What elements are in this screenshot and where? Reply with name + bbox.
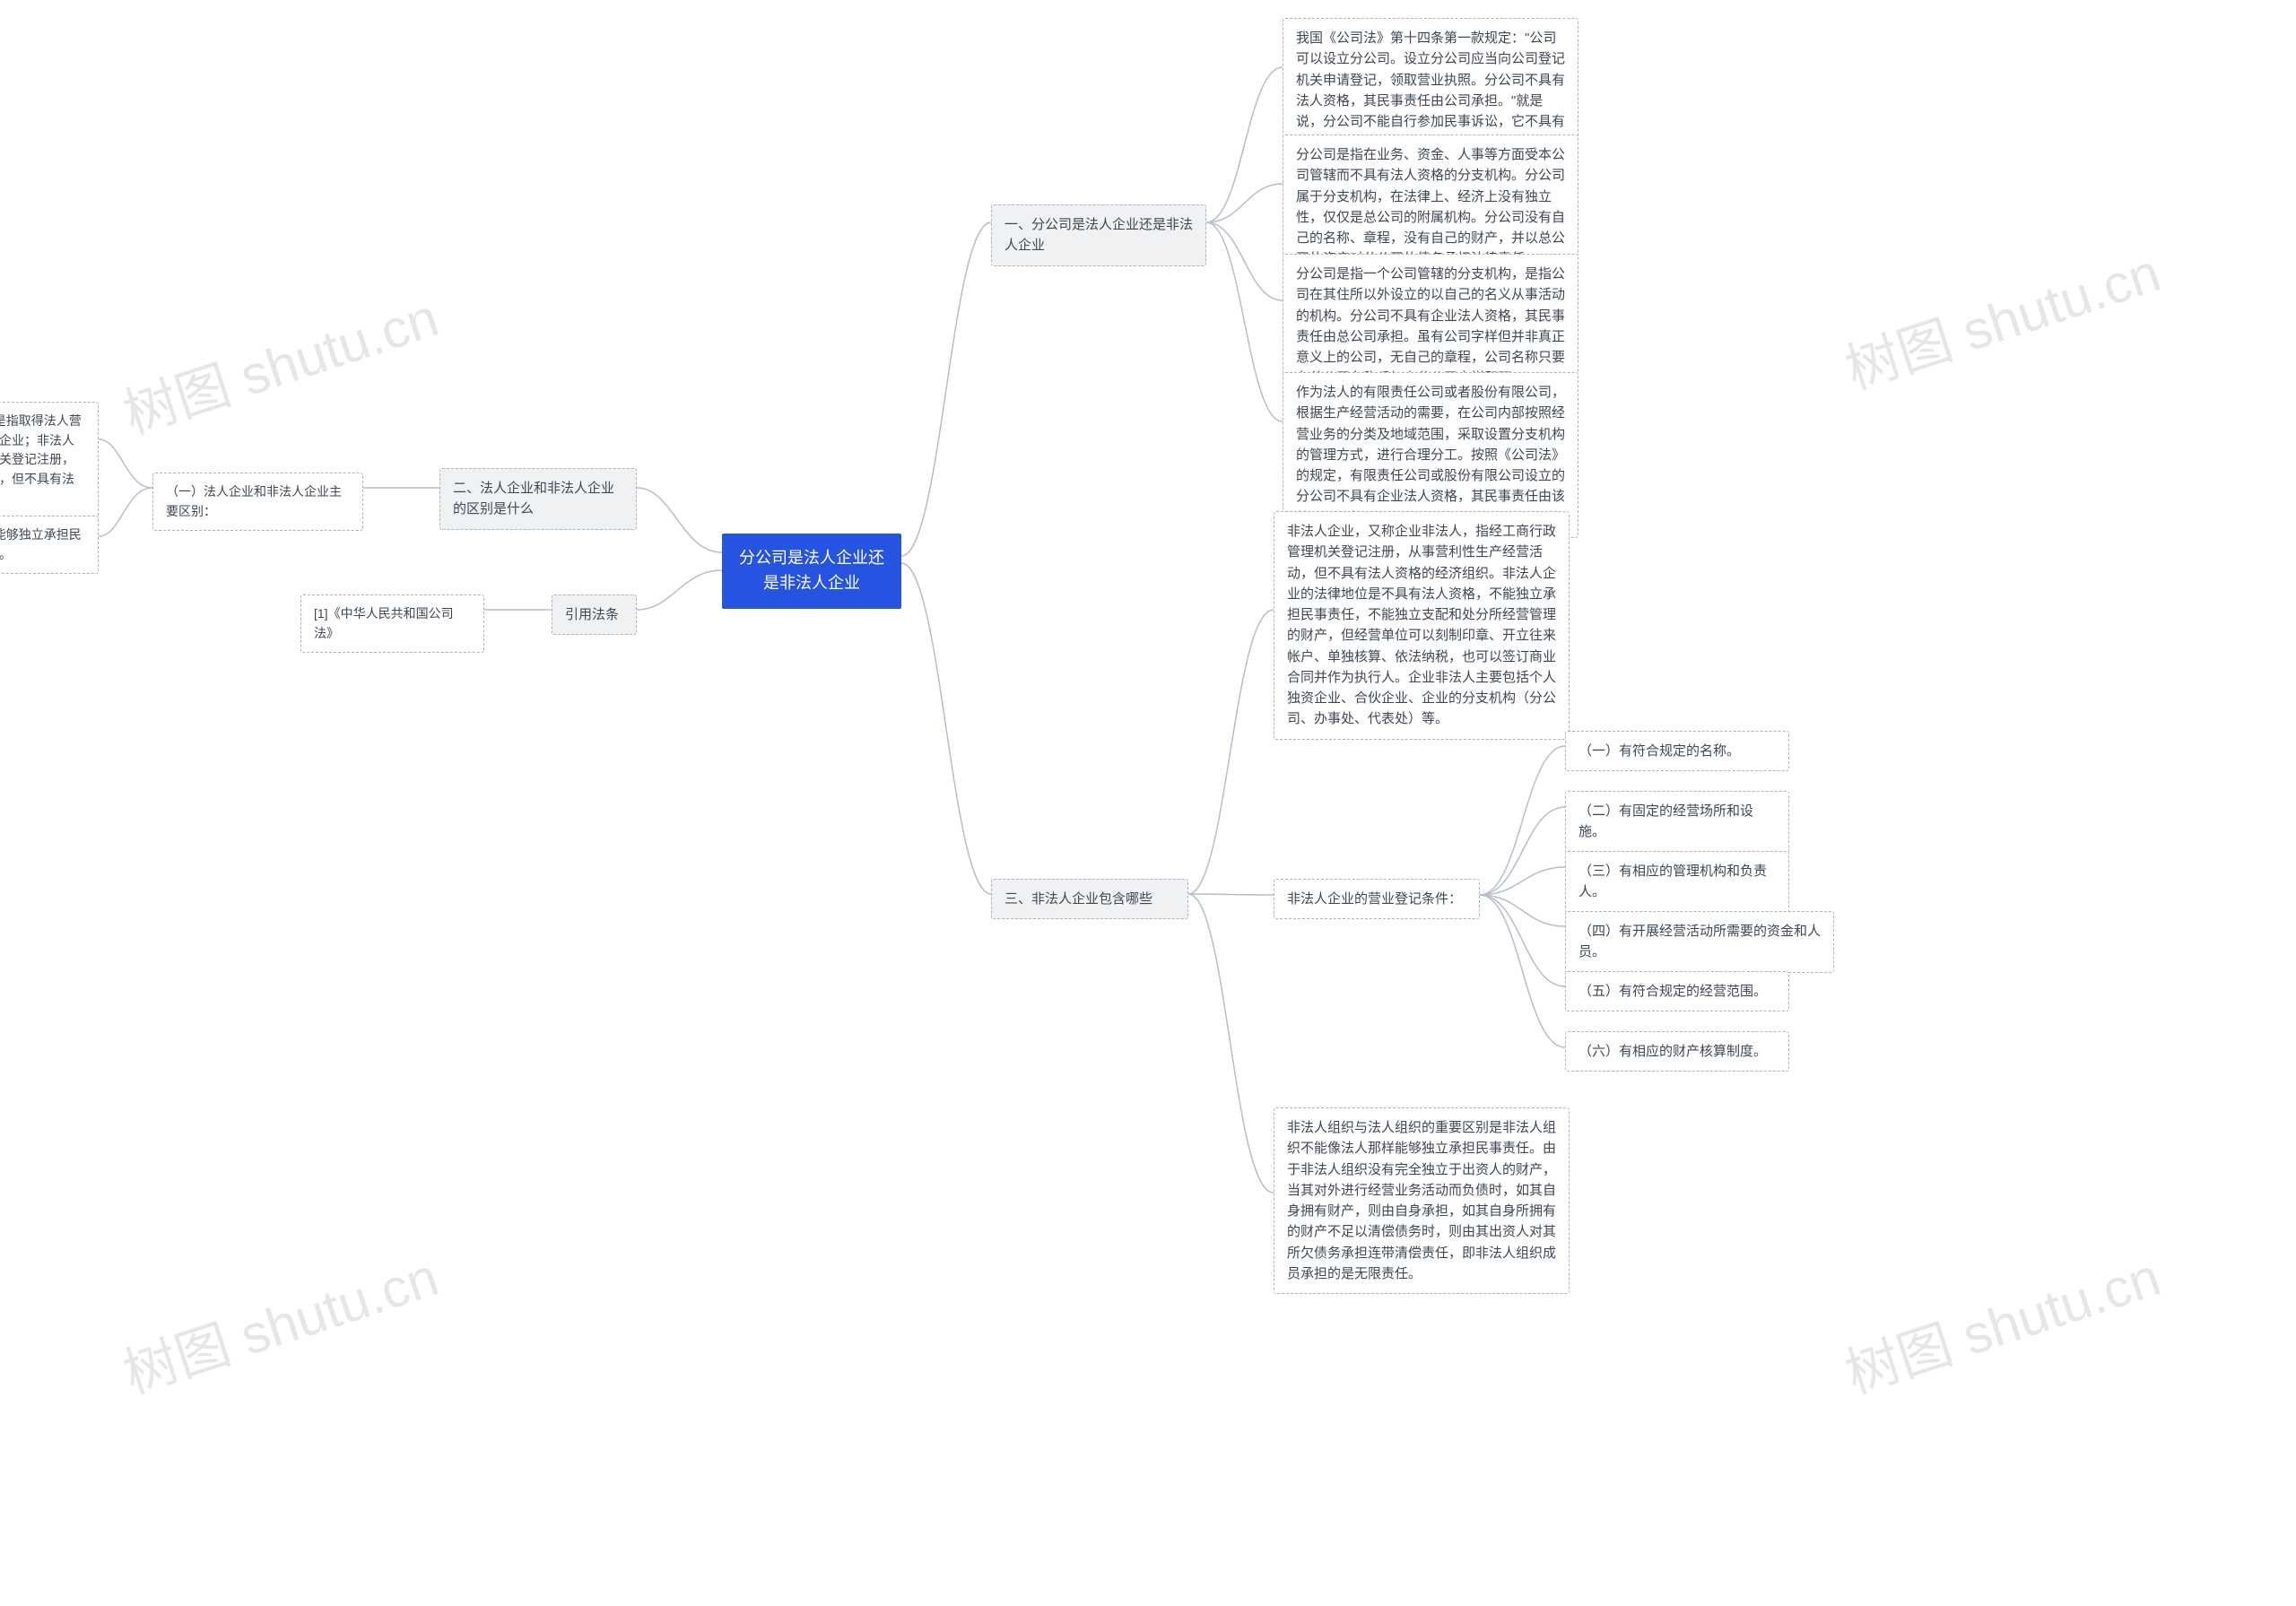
b3-sub-item-1[interactable]: （一）有符合规定的名称。 — [1565, 731, 1789, 771]
watermark: 树图 shutu.cn — [1834, 230, 2169, 404]
watermark: 树图 shutu.cn — [112, 1234, 447, 1409]
b2-leaf-1[interactable]: 1、概念区别。法人企业是指取得法人营业执照、具有法人地位的企业；非法人企业指经工… — [0, 402, 99, 518]
b3-sub-item-3[interactable]: （三）有相应的管理机构和负责人。 — [1565, 851, 1789, 913]
b2-leaf-2[interactable]: 2、责任区别。法人企业能够独立承担民事责任，非法人企业不能。 — [0, 516, 99, 574]
branch-3[interactable]: 三、非法人企业包含哪些 — [991, 879, 1188, 919]
b3-sub-item-4[interactable]: （四）有开展经营活动所需要的资金和人员。 — [1565, 911, 1834, 973]
b3-sub-item-5[interactable]: （五）有符合规定的经营范围。 — [1565, 971, 1789, 1011]
watermark: 树图 shutu.cn — [112, 274, 447, 449]
b2-sub[interactable]: （一）法人企业和非法人企业主要区别： — [152, 473, 363, 531]
b3-sub-item-2[interactable]: （二）有固定的经营场所和设施。 — [1565, 791, 1789, 853]
watermark: 树图 shutu.cn — [1834, 1234, 2169, 1409]
root-node[interactable]: 分公司是法人企业还是非法人企业 — [722, 534, 901, 609]
branch-4[interactable]: 引用法条 — [552, 595, 637, 635]
b3-leaf-3[interactable]: 非法人组织与法人组织的重要区别是非法人组织不能像法人那样能够独立承担民事责任。由… — [1274, 1107, 1570, 1294]
b3-sub[interactable]: 非法人企业的营业登记条件： — [1274, 879, 1480, 919]
b3-sub-item-6[interactable]: （六）有相应的财产核算制度。 — [1565, 1031, 1789, 1072]
branch-2[interactable]: 二、法人企业和非法人企业的区别是什么 — [439, 468, 637, 530]
branch-1[interactable]: 一、分公司是法人企业还是非法人企业 — [991, 204, 1206, 266]
b3-leaf-1[interactable]: 非法人企业，又称企业非法人，指经工商行政管理机关登记注册，从事营利性生产经营活动… — [1274, 511, 1570, 740]
b4-leaf[interactable]: [1]《中华人民共和国公司法》 — [300, 595, 484, 653]
